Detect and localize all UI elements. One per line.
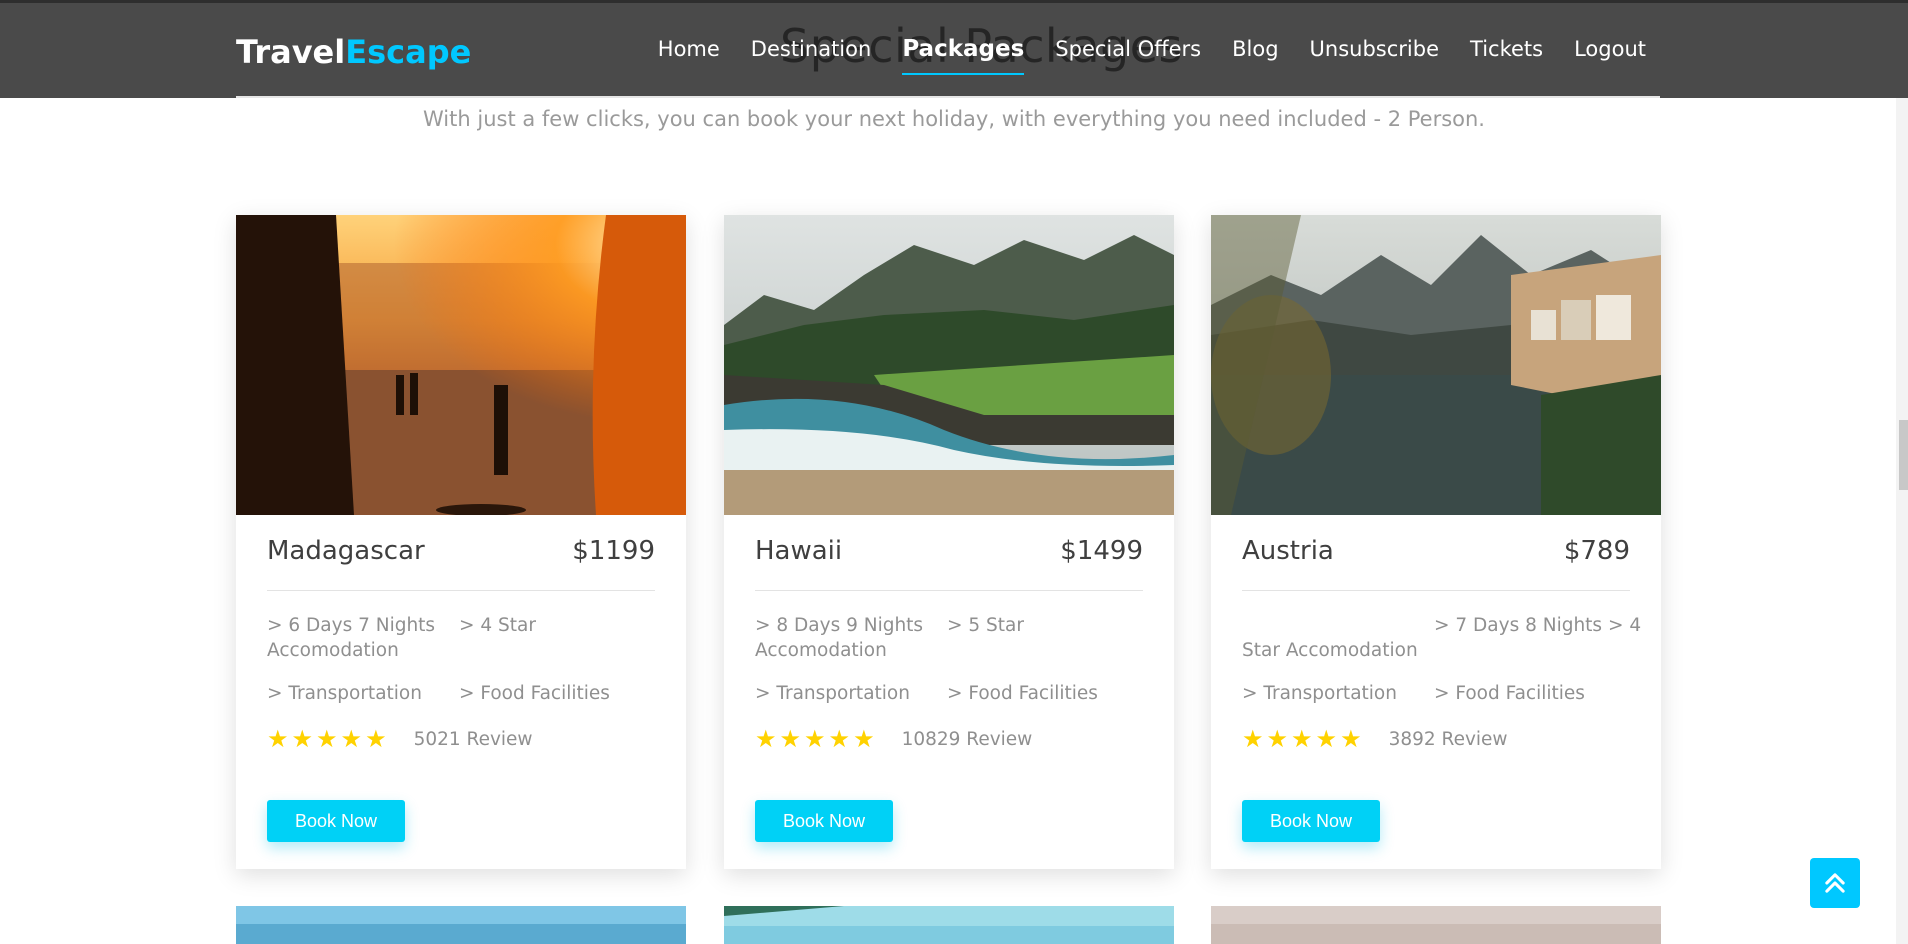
- package-card-partial[interactable]: [236, 906, 686, 944]
- feature-duration: > 8 Days 9 Nights: [755, 615, 924, 636]
- package-price: $789: [1563, 536, 1630, 566]
- nav-packages[interactable]: Packages: [902, 36, 1024, 75]
- rating: ★★★★★ 10829 Review: [755, 725, 1032, 753]
- nav-unsubscribe[interactable]: Unsubscribe: [1310, 37, 1439, 62]
- package-image[interactable]: [1211, 215, 1661, 515]
- feature-row: > Transportation > Food Facilities: [755, 681, 1155, 706]
- feature-row: > 7 Days 8 Nights > 4 Star Accomodation: [1242, 613, 1642, 663]
- review-count: 3892 Review: [1388, 728, 1508, 750]
- package-name: Madagascar: [267, 536, 425, 566]
- logo[interactable]: TravelEscape: [236, 33, 471, 71]
- package-image[interactable]: [724, 215, 1174, 515]
- nav-special-offers[interactable]: Special Offers: [1055, 37, 1201, 62]
- feature-row: > 8 Days 9 Nights > 5 Star Accomodation: [755, 613, 1155, 663]
- divider: [236, 96, 1660, 98]
- feature-food: > Food Facilities: [947, 683, 1098, 704]
- package-name: Hawaii: [755, 536, 843, 566]
- double-chevron-up-icon: [1825, 873, 1845, 893]
- package-heading: Austria $789: [1242, 536, 1630, 566]
- rating: ★★★★★ 3892 Review: [1242, 725, 1508, 753]
- nav-destination[interactable]: Destination: [751, 37, 872, 62]
- book-now-button[interactable]: Book Now: [755, 800, 893, 842]
- feature-accommodation: Star Accomodation: [1242, 640, 1418, 661]
- feature-row: > 6 Days 7 Nights > 4 Star Accomodation: [267, 613, 667, 663]
- feature-stars: > 7 Days 8 Nights > 4: [1434, 615, 1642, 636]
- scrollbar-thumb[interactable]: [1899, 420, 1908, 490]
- feature-stars: > 5 Star: [947, 615, 1024, 636]
- divider: [1242, 590, 1630, 591]
- package-card-partial[interactable]: [724, 906, 1174, 944]
- nav-blog[interactable]: Blog: [1232, 37, 1278, 62]
- divider: [755, 590, 1143, 591]
- package-card-partial[interactable]: [1211, 906, 1661, 944]
- nav-home[interactable]: Home: [658, 37, 720, 62]
- feature-food: > Food Facilities: [459, 683, 610, 704]
- feature-accommodation: Accomodation: [755, 640, 887, 661]
- package-heading: Hawaii $1499: [755, 536, 1143, 566]
- feature-transportation: > Transportation: [1242, 683, 1397, 704]
- scroll-to-top-button[interactable]: [1810, 858, 1860, 908]
- package-card-hawaii: Hawaii $1499 > 8 Days 9 Nights > 5 Star …: [724, 215, 1174, 869]
- star-rating-icon: ★★★★★: [267, 725, 390, 753]
- feature-row: > Transportation > Food Facilities: [1242, 681, 1642, 706]
- package-card-austria: Austria $789 > 7 Days 8 Nights > 4 Star …: [1211, 215, 1661, 869]
- nav-logout[interactable]: Logout: [1574, 37, 1646, 62]
- feature-transportation: > Transportation: [267, 683, 422, 704]
- package-card-madagascar: Madagascar $1199 > 6 Days 7 Nights > 4 S…: [236, 215, 686, 869]
- feature-transportation: > Transportation: [755, 683, 910, 704]
- section-subtitle: With just a few clicks, you can book you…: [423, 107, 1485, 131]
- logo-part-travel: Travel: [236, 33, 346, 71]
- page: Special Packages TravelEscape Home Desti…: [0, 0, 1908, 944]
- feature-row: > Transportation > Food Facilities: [267, 681, 667, 706]
- feature-food: > Food Facilities: [1434, 683, 1585, 704]
- book-now-button[interactable]: Book Now: [267, 800, 405, 842]
- divider: [267, 590, 655, 591]
- nav-tickets[interactable]: Tickets: [1470, 37, 1543, 62]
- package-image[interactable]: [236, 215, 686, 515]
- review-count: 10829 Review: [901, 728, 1033, 750]
- package-name: Austria: [1242, 536, 1334, 566]
- main-nav: Home Destination Packages Special Offers…: [658, 36, 1646, 75]
- logo-part-escape: Escape: [345, 33, 472, 71]
- feature-accommodation: Accomodation: [267, 640, 399, 661]
- book-now-button[interactable]: Book Now: [1242, 800, 1380, 842]
- star-rating-icon: ★★★★★: [1242, 725, 1365, 753]
- star-rating-icon: ★★★★★: [755, 725, 878, 753]
- package-price: $1499: [1060, 536, 1143, 566]
- review-count: 5021 Review: [413, 728, 533, 750]
- top-navigation-bar: Special Packages TravelEscape Home Desti…: [0, 0, 1908, 98]
- rating: ★★★★★ 5021 Review: [267, 725, 533, 753]
- package-heading: Madagascar $1199: [267, 536, 655, 566]
- package-price: $1199: [572, 536, 655, 566]
- feature-stars: > 4 Star: [459, 615, 536, 636]
- feature-duration: > 6 Days 7 Nights: [267, 615, 436, 636]
